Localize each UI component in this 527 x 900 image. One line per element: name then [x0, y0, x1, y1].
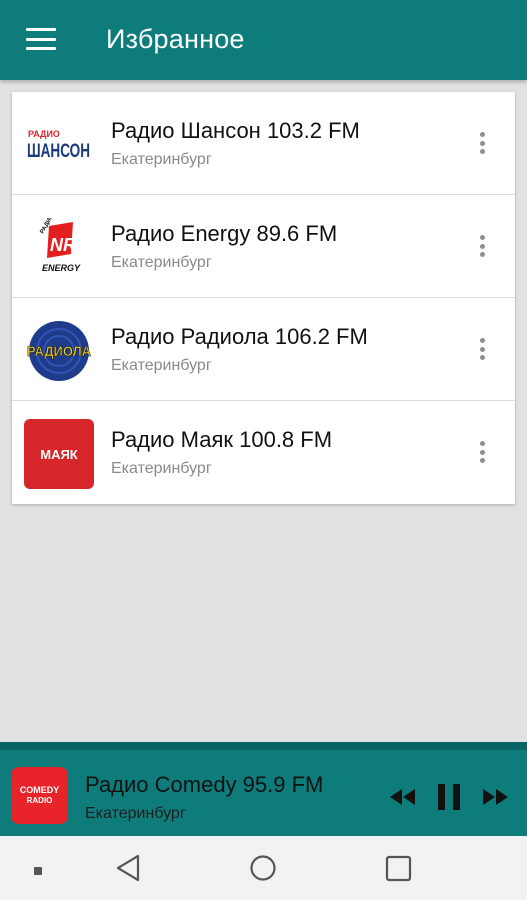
system-nav-bar: [0, 836, 527, 900]
logo-text-bottom: RADIO: [26, 796, 53, 805]
player-station-city: Екатеринбург: [85, 805, 186, 822]
station-name: Радио Радиола 106.2 FM: [111, 324, 368, 349]
station-city: Екатеринбург: [111, 151, 212, 168]
logo-text-main: РАДИОЛА: [27, 343, 91, 359]
page-title: Избранное: [106, 24, 245, 54]
mini-player[interactable]: COMEDY RADIO Радио Comedy 95.9 FM Екатер…: [0, 742, 527, 836]
station-logo-mayak: МАЯК: [24, 419, 94, 489]
player-station-logo: COMEDY RADIO: [11, 767, 68, 824]
player-station-name: Радио Comedy 95.9 FM: [85, 772, 324, 797]
logo-text-main: NRJ: [50, 235, 87, 255]
station-logo-energy: РАДИО NRJ ENERGY: [24, 213, 94, 283]
station-name: Радио Шансон 103.2 FM: [111, 118, 360, 143]
logo-text-top: РАДИО: [28, 129, 60, 139]
home-circle-icon[interactable]: [249, 854, 277, 887]
logo-text-main: МАЯК: [24, 419, 94, 489]
station-name: Радио Energy 89.6 FM: [111, 221, 338, 246]
more-options-icon[interactable]: [479, 235, 485, 257]
station-city: Екатеринбург: [111, 460, 212, 477]
station-name: Радио Маяк 100.8 FM: [111, 427, 333, 452]
station-logo-radiola: РАДИОЛА: [24, 316, 94, 386]
list-item-station[interactable]: РАДИОЛА Радио Радиола 106.2 FM Екатеринб…: [12, 298, 515, 401]
fast-forward-icon[interactable]: [482, 787, 510, 812]
back-triangle-icon[interactable]: [114, 853, 142, 888]
station-city: Екатеринбург: [111, 254, 212, 271]
favorites-list: РАДИО ШАНСОН Радио Шансон 103.2 FM Екате…: [12, 92, 515, 504]
logo-text-main: ШАНСОН: [27, 141, 90, 162]
pause-icon[interactable]: [436, 783, 462, 816]
overview-square-icon[interactable]: [385, 855, 412, 887]
logo-text-top: COMEDY: [19, 785, 60, 795]
list-item-station[interactable]: РАДИО ШАНСОН Радио Шансон 103.2 FM Екате…: [12, 92, 515, 195]
list-item-station[interactable]: МАЯК Радио Маяк 100.8 FM Екатеринбург: [12, 401, 515, 504]
more-options-icon[interactable]: [479, 132, 485, 154]
list-item-station[interactable]: РАДИО NRJ ENERGY Радио Energy 89.6 FM Ек…: [12, 195, 515, 298]
hamburger-icon[interactable]: [26, 28, 56, 50]
logo-text-bottom: ENERGY: [42, 263, 81, 273]
recents-dot-icon[interactable]: [33, 863, 43, 881]
station-city: Екатеринбург: [111, 357, 212, 374]
more-options-icon[interactable]: [479, 338, 485, 360]
rewind-icon[interactable]: [388, 787, 416, 812]
station-logo-shanson: РАДИО ШАНСОН: [24, 110, 94, 180]
more-options-icon[interactable]: [479, 441, 485, 463]
app-bar: Избранное: [0, 0, 527, 80]
